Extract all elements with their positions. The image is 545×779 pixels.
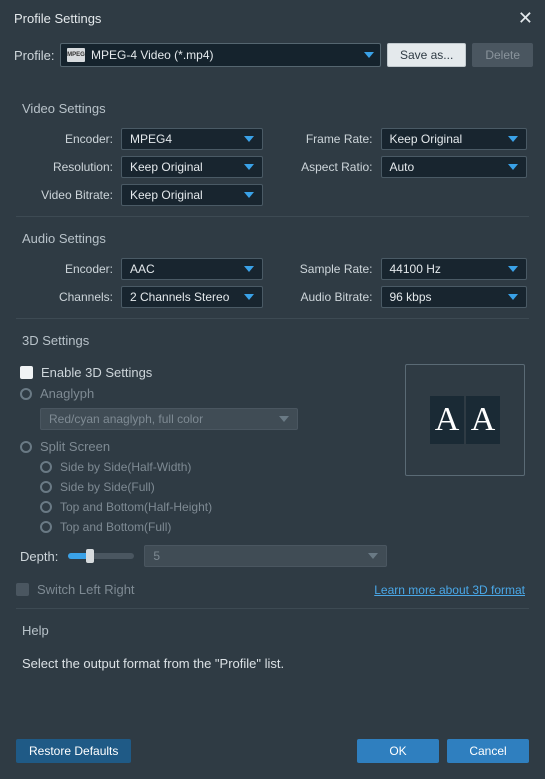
anaglyph-label: Anaglyph xyxy=(40,386,94,401)
learn-more-link[interactable]: Learn more about 3D format xyxy=(374,583,525,597)
help-text: Select the output format from the "Profi… xyxy=(16,642,529,685)
chevron-down-icon xyxy=(508,266,518,272)
radio-icon xyxy=(40,501,52,513)
chevron-down-icon xyxy=(244,136,254,142)
depth-slider[interactable] xyxy=(68,553,134,559)
split-screen-label: Split Screen xyxy=(40,439,110,454)
sbs-half-radio: Side by Side(Half-Width) xyxy=(40,457,387,477)
save-as-button[interactable]: Save as... xyxy=(387,43,466,67)
preview-glyph-right: A xyxy=(466,396,500,444)
chevron-down-icon xyxy=(279,416,289,422)
profile-value: MPEG-4 Video (*.mp4) xyxy=(91,48,364,62)
channels-select[interactable]: 2 Channels Stereo xyxy=(121,286,263,308)
anaglyph-mode-select: Red/cyan anaglyph, full color xyxy=(40,408,298,430)
frame-rate-label: Frame Rate: xyxy=(283,132,373,146)
chevron-down-icon xyxy=(368,553,378,559)
cancel-button[interactable]: Cancel xyxy=(447,739,529,763)
checkbox-icon xyxy=(20,366,33,379)
split-screen-radio: Split Screen xyxy=(20,436,387,457)
slider-thumb[interactable] xyxy=(86,549,94,563)
video-encoder-select[interactable]: MPEG4 xyxy=(121,128,263,150)
radio-icon xyxy=(40,461,52,473)
aspect-ratio-label: Aspect Ratio: xyxy=(283,160,373,174)
frame-rate-select[interactable]: Keep Original xyxy=(381,128,528,150)
resolution-select[interactable]: Keep Original xyxy=(121,156,263,178)
profile-label: Profile: xyxy=(14,48,54,63)
profile-select[interactable]: MPEG MPEG-4 Video (*.mp4) xyxy=(60,43,381,67)
audio-bitrate-select[interactable]: 96 kbps xyxy=(381,286,528,308)
help-head: Help xyxy=(16,608,529,642)
chevron-down-icon xyxy=(244,192,254,198)
radio-icon xyxy=(40,521,52,533)
chevron-down-icon xyxy=(244,294,254,300)
chevron-down-icon xyxy=(508,136,518,142)
restore-defaults-button[interactable]: Restore Defaults xyxy=(16,739,131,763)
depth-value-select: 5 xyxy=(144,545,387,567)
sbs-full-radio: Side by Side(Full) xyxy=(40,477,387,497)
video-settings-head: Video Settings xyxy=(16,87,529,120)
radio-icon xyxy=(40,481,52,493)
tab-half-radio: Top and Bottom(Half-Height) xyxy=(40,497,387,517)
mpeg-icon: MPEG xyxy=(67,48,85,62)
depth-label: Depth: xyxy=(20,549,58,564)
checkbox-icon xyxy=(16,583,29,596)
close-icon[interactable]: ✕ xyxy=(518,8,533,29)
delete-button: Delete xyxy=(472,43,533,67)
3d-preview: A A xyxy=(405,364,525,476)
sample-rate-label: Sample Rate: xyxy=(283,262,373,276)
audio-settings-head: Audio Settings xyxy=(16,216,529,250)
switch-lr-checkbox: Switch Left Right xyxy=(16,579,135,600)
dialog-title: Profile Settings xyxy=(14,11,101,26)
chevron-down-icon xyxy=(244,164,254,170)
video-encoder-label: Encoder: xyxy=(18,132,113,146)
3d-settings-head: 3D Settings xyxy=(16,318,529,352)
channels-label: Channels: xyxy=(18,290,113,304)
radio-icon xyxy=(20,388,32,400)
chevron-down-icon xyxy=(508,294,518,300)
radio-icon xyxy=(20,441,32,453)
audio-encoder-label: Encoder: xyxy=(18,262,113,276)
video-bitrate-select[interactable]: Keep Original xyxy=(121,184,263,206)
chevron-down-icon xyxy=(508,164,518,170)
enable-3d-label: Enable 3D Settings xyxy=(41,365,152,380)
audio-bitrate-label: Audio Bitrate: xyxy=(283,290,373,304)
chevron-down-icon xyxy=(244,266,254,272)
aspect-ratio-select[interactable]: Auto xyxy=(381,156,528,178)
ok-button[interactable]: OK xyxy=(357,739,439,763)
video-bitrate-label: Video Bitrate: xyxy=(18,188,113,202)
enable-3d-checkbox[interactable]: Enable 3D Settings xyxy=(20,362,387,383)
preview-glyph-left: A xyxy=(430,396,464,444)
switch-lr-label: Switch Left Right xyxy=(37,582,135,597)
chevron-down-icon xyxy=(364,52,374,58)
resolution-label: Resolution: xyxy=(18,160,113,174)
audio-encoder-select[interactable]: AAC xyxy=(121,258,263,280)
tab-full-radio: Top and Bottom(Full) xyxy=(40,517,387,537)
anaglyph-radio: Anaglyph xyxy=(20,383,387,404)
sample-rate-select[interactable]: 44100 Hz xyxy=(381,258,528,280)
